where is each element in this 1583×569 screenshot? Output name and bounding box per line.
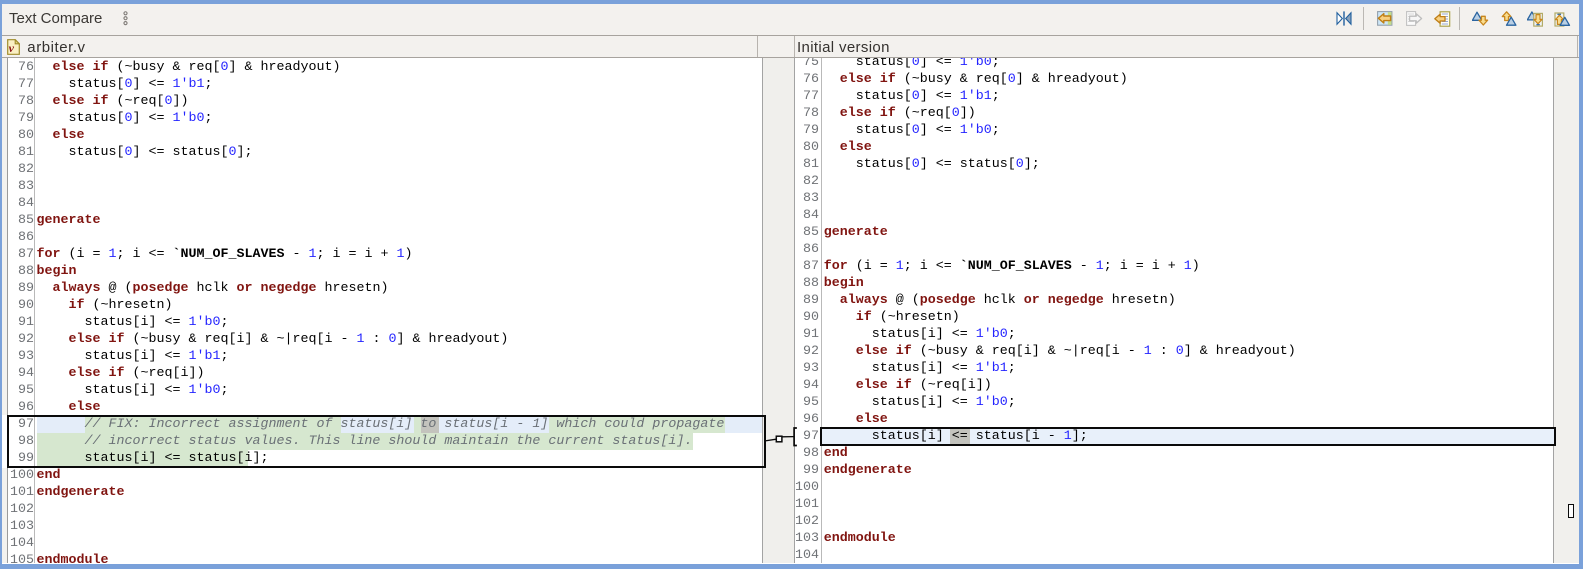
svg-text:v: v [9, 41, 15, 55]
